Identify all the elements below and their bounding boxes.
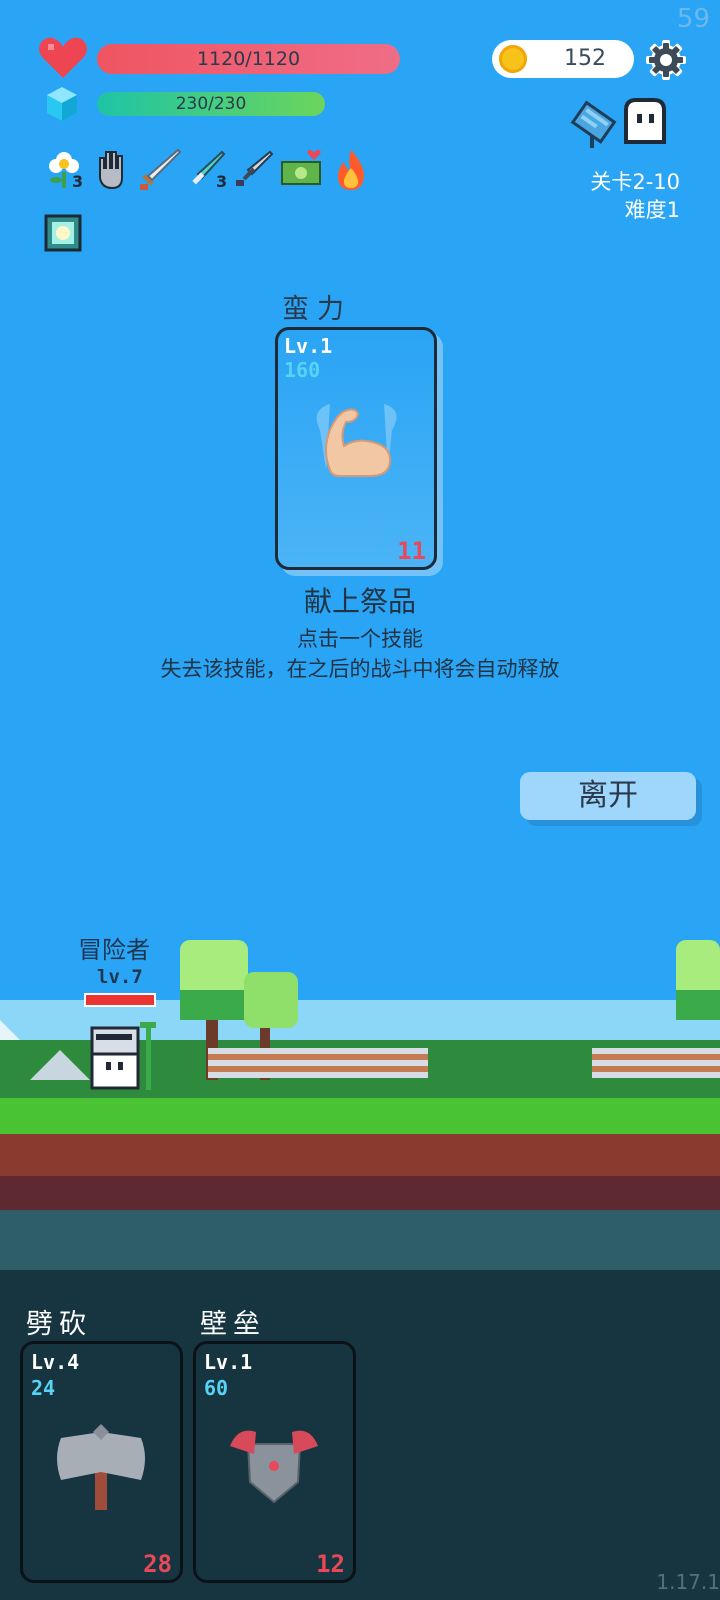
fps-counter: 59 [676,4,710,34]
ground-deep-dirt [0,1176,720,1210]
ground-dirt [0,1134,720,1176]
stage-info: 关卡2-10 难度1 [590,168,680,224]
version-label: 1.17.1 [656,1570,720,1594]
skill-level-1: Lv.4 [31,1350,80,1374]
hp-bar: 1120/1120 [97,44,400,74]
ground-grass [0,1098,720,1134]
skill-cost-1: 24 [31,1376,56,1400]
sacrifice-description: 点击一个技能 失去该技能，在之后的战斗中将会自动释放 [0,624,720,684]
lantern-icon[interactable] [44,214,82,252]
skill-name-2: 壁垒 [200,1309,266,1340]
mp-bar: 230/230 [97,92,325,116]
description-line-2: 失去该技能，在之后的战斗中将会自动释放 [160,657,560,681]
coin-counter: 152 [492,40,634,78]
stage-label: 关卡2-10 [590,170,680,194]
underground-water [0,1210,720,1270]
skill-value-1: 28 [143,1550,172,1578]
mana-gem-icon [47,87,77,121]
sacrifice-card[interactable]: Lv.1 160 11 [275,327,437,570]
leave-button[interactable]: 离开 [520,772,696,820]
dagger-icon[interactable] [234,150,274,190]
ghost-icon[interactable] [620,96,670,146]
heart-icon [39,37,87,78]
description-line-1: 点击一个技能 [297,627,423,651]
fire-icon[interactable] [332,148,370,192]
sacrifice-skill-name: 蛮力 [282,294,352,325]
armor-icon [230,1430,318,1504]
sacrifice-title: 献上祭品 [303,585,416,618]
coin-icon [499,45,527,73]
money-heart-icon[interactable] [280,148,326,188]
skill-level-2: Lv.1 [204,1350,253,1374]
player-level: lv.7 [97,966,143,988]
axe-icon [57,1424,145,1510]
knight-player-sprite[interactable] [86,1022,162,1098]
card-level: Lv.1 [284,334,333,358]
player-name: 冒险者 [78,936,150,964]
buff-count: 3 [72,172,84,191]
difficulty-label: 难度1 [624,198,680,222]
card-cost: 160 [284,358,321,382]
player-hp-bar [84,993,156,1007]
card-value: 11 [397,537,426,565]
coin-value: 152 [564,46,606,71]
map-scroll-icon[interactable] [566,96,620,150]
skill-card-1[interactable]: Lv.4 24 28 [20,1341,183,1583]
settings-gear-icon[interactable] [644,38,688,82]
skill-card-2[interactable]: Lv.1 60 12 [193,1341,356,1583]
buff-row: 3 3 [44,148,384,198]
skill-cost-2: 60 [204,1376,229,1400]
hand-icon[interactable] [94,148,130,190]
skill-value-2: 12 [316,1550,345,1578]
sword-icon[interactable] [138,148,182,192]
skill-name-1: 劈砍 [26,1309,92,1340]
buff-count: 3 [216,172,228,191]
muscle-arm-icon [316,404,397,477]
